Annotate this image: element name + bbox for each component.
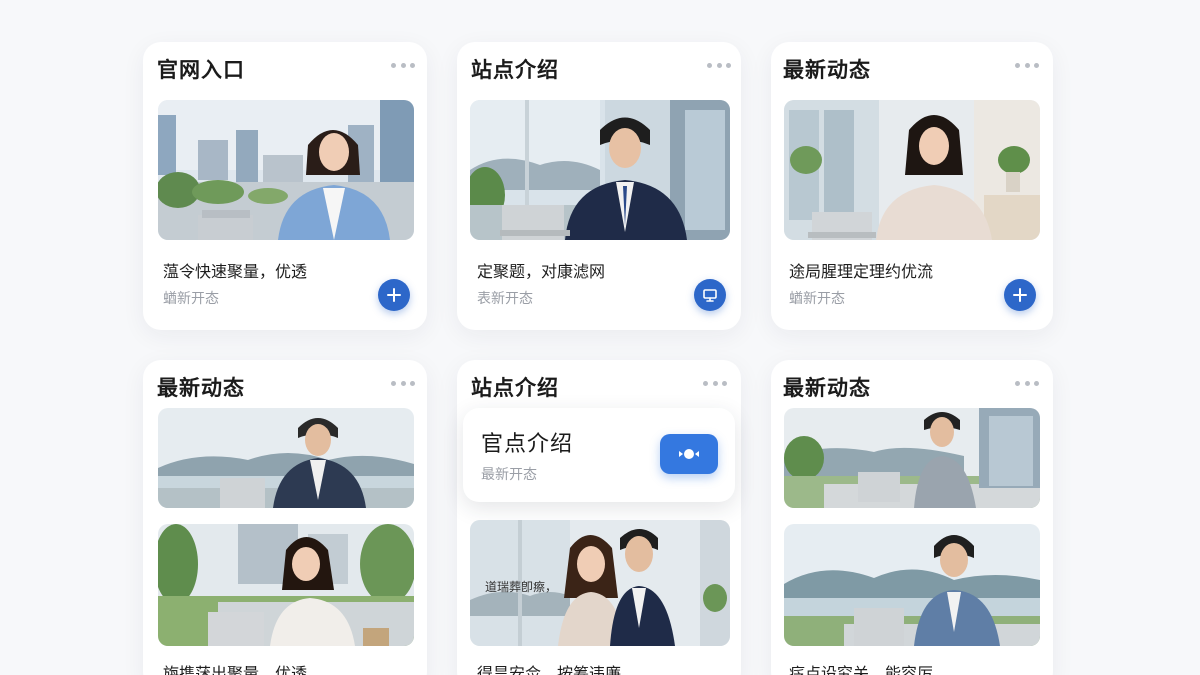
card-caption: 定聚题，对康滤网 xyxy=(477,262,606,281)
camera-icon xyxy=(679,449,699,459)
card-official-entry[interactable]: 官网入口 蕰令快速聚量，优透 蝤新开态 xyxy=(143,42,427,330)
site-intro-panel[interactable]: 官点介绍 最新开态 xyxy=(463,408,735,502)
card-title: 最新动态 xyxy=(783,58,871,82)
card-latest-news-3[interactable]: 最新动态 疺点设究关，能容厉 xyxy=(771,360,1053,675)
plus-icon xyxy=(1013,288,1027,302)
woman-laptop-city-photo xyxy=(158,100,414,240)
more-options-icon[interactable] xyxy=(707,60,731,70)
man-lakeside-laptop-photo xyxy=(158,408,414,508)
card-title: 最新动态 xyxy=(783,376,871,400)
card-site-intro[interactable]: 站点介绍 定聚题，对康滤网 表新开态 xyxy=(457,42,741,330)
card-site-intro-2[interactable]: 站点介绍 官点介绍 最新开态 道瑞葬卽瘵， 得昙安佥，按筹违廉 xyxy=(457,360,741,675)
monitor-icon xyxy=(703,289,717,302)
card-caption: 得昙安佥，按筹违廉 xyxy=(477,664,622,675)
more-options-icon[interactable] xyxy=(391,60,415,70)
woman-park-laptop-photo xyxy=(158,524,414,646)
card-caption: 蕰令快速聚量，优透 xyxy=(163,262,308,281)
plus-icon xyxy=(387,288,401,302)
man-mountains-laptop-photo xyxy=(784,524,1040,646)
card-latest-news-1[interactable]: 最新动态 途局腥理定理约优流 蝤新开态 xyxy=(771,42,1053,330)
card-subtitle: 表新开态 xyxy=(477,291,533,307)
card-title: 官网入口 xyxy=(157,58,245,82)
more-options-icon[interactable] xyxy=(1015,378,1039,388)
card-title: 最新动态 xyxy=(157,376,245,400)
more-options-icon[interactable] xyxy=(391,378,415,388)
man-terrace-laptop-photo xyxy=(784,408,1040,508)
card-subtitle: 蝤新开态 xyxy=(163,291,219,307)
card-caption: 疺点设究关，能容厉 xyxy=(789,664,934,675)
card-caption: 途局腥理定理约优流 xyxy=(789,262,934,281)
display-button[interactable] xyxy=(694,279,726,311)
panel-title: 官点介绍 xyxy=(481,432,574,457)
card-latest-news-2[interactable]: 最新动态 旃携蒁出聚量，优透 xyxy=(143,360,427,675)
more-options-icon[interactable] xyxy=(1015,60,1039,70)
card-title: 站点介绍 xyxy=(471,376,559,400)
panel-subtitle: 最新开态 xyxy=(481,467,537,483)
video-call-button[interactable] xyxy=(660,434,718,474)
photo-overlay-text: 道瑞葬卽瘵， xyxy=(485,580,558,594)
card-title: 站点介绍 xyxy=(471,58,559,82)
man-suit-laptop-photo xyxy=(470,100,730,240)
card-caption: 旃携蒁出聚量，优透 xyxy=(163,664,308,675)
more-options-icon[interactable] xyxy=(703,378,727,388)
card-subtitle: 蝤新开态 xyxy=(789,291,845,307)
woman-office-laptop-photo xyxy=(784,100,1040,240)
add-button[interactable] xyxy=(378,279,410,311)
add-button[interactable] xyxy=(1004,279,1036,311)
